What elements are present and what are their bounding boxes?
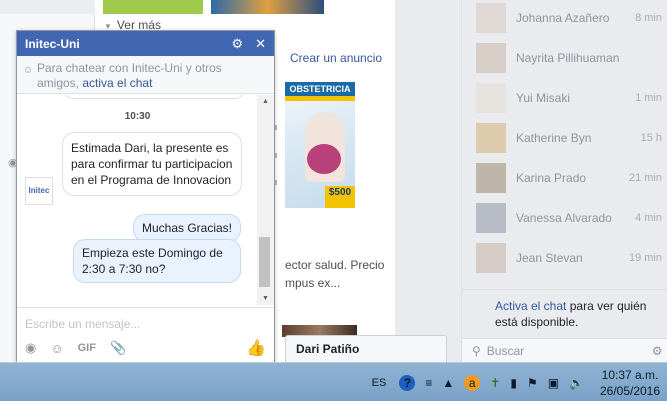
sender-avatar[interactable]: Initec: [25, 177, 53, 205]
contact-last-active: 21 min: [628, 172, 662, 184]
scroll-down-arrow-icon[interactable]: ▼: [262, 295, 269, 302]
contact-name: Karina Prado: [516, 171, 587, 185]
camera-icon[interactable]: ◉: [25, 340, 36, 356]
chat-tab-dari[interactable]: Dari Patiño: [285, 335, 447, 363]
contact-name: Yui Misaki: [516, 91, 571, 105]
clock-date: 26/05/2016: [599, 383, 661, 398]
avatar: [476, 203, 506, 233]
contact-name: Jean Stevan: [516, 251, 583, 265]
contact-row[interactable]: Vanessa Alvarado 4 min: [476, 202, 662, 234]
clock-time: 10:37 a.m.: [601, 367, 659, 382]
avatar: [476, 243, 506, 273]
contact-row[interactable]: Johanna Azañero 8 min: [476, 2, 662, 34]
ad-subbanner: [285, 96, 355, 101]
ad-figure-detail: [307, 144, 341, 174]
chat-header[interactable]: Initec-Uni ⚙ ✕: [17, 31, 274, 56]
signal-bars-icon[interactable]: ▮: [510, 376, 517, 390]
crear-anuncio-link[interactable]: Crear un anuncio: [290, 51, 382, 65]
sidebar-chat-notice: Activa el chat para ver quién está dispo…: [495, 299, 647, 329]
contact-row[interactable]: Katherine Byn 15 h: [476, 122, 662, 154]
help-icon[interactable]: ?: [399, 374, 416, 391]
chat-scrollbar[interactable]: ▲ ▼: [257, 95, 274, 305]
chat-sidebar: Johanna Azañero 8 min Nayrita Pillihuaman Y…: [461, 0, 667, 362]
scrollbar-thumb[interactable]: [259, 237, 270, 287]
outgoing-message: Empieza este Domingo de 2:30 a 7:30 no?: [73, 239, 241, 283]
chat-offline-notice: ☺ Para chatear con Initec-Uni y otros am…: [17, 56, 274, 94]
previous-message-bubble: [63, 95, 245, 99]
contact-name: Vanessa Alvarado: [516, 211, 612, 225]
activa-chat-link[interactable]: activa el chat: [82, 76, 152, 90]
sidebar-divider: [462, 289, 667, 290]
incoming-message: Estimada Dari, la presente es para confi…: [62, 132, 242, 196]
taskbar-clock[interactable]: 10:37 a.m. 26/05/2016: [595, 367, 665, 399]
contact-name: Katherine Byn: [516, 131, 592, 145]
outgoing-message: Muchas Gracias!: [132, 214, 241, 242]
avatar: [476, 123, 506, 153]
ad-headline: OBSTETRICIA: [285, 82, 355, 96]
activa-chat-sidebar-link[interactable]: Activa el chat: [495, 299, 566, 313]
chat-title[interactable]: Initec-Uni: [25, 37, 80, 51]
gear-icon[interactable]: ⚙: [652, 344, 663, 358]
close-icon[interactable]: ✕: [255, 36, 266, 52]
scroll-up-arrow-icon[interactable]: ▲: [262, 98, 269, 105]
system-tray: ES ? ≡ ▲ a ✝ ▮ ⚑ ▣ 🔈 10:37 a.m. 26/05/20…: [372, 363, 667, 401]
show-hidden-icons-icon[interactable]: ▲: [442, 376, 454, 390]
network-app-icon[interactable]: ✝: [490, 376, 500, 390]
device-icon[interactable]: ▣: [548, 376, 559, 390]
gear-icon[interactable]: ⚙: [231, 36, 243, 52]
contact-last-active: 8 min: [635, 12, 662, 24]
input-settings-icon[interactable]: ≡: [425, 376, 432, 390]
contact-row[interactable]: Jean Stevan 19 min: [476, 242, 662, 274]
search-icon: ⚲: [472, 343, 481, 358]
feed-image-1[interactable]: [103, 0, 203, 14]
contact-row[interactable]: Karina Prado 21 min: [476, 162, 662, 194]
feed-image-2[interactable]: [211, 0, 324, 14]
avatar: [476, 83, 506, 113]
paperclip-icon[interactable]: 📎: [110, 340, 126, 356]
windows-taskbar: ES ? ≡ ▲ a ✝ ▮ ⚑ ▣ 🔈 10:37 a.m. 26/05/20…: [0, 362, 667, 401]
sidebar-search: ⚲ ⚙ ✎: [462, 338, 667, 362]
message-thread[interactable]: 10:30 Estimada Dari, la presente es para…: [17, 95, 258, 305]
gif-button[interactable]: GIF: [78, 342, 96, 354]
feed-right-column: [395, 0, 461, 362]
avatar: [476, 163, 506, 193]
compose-toolbar: ◉ ☺ GIF 📎: [25, 340, 126, 356]
chat-window: Initec-Uni ⚙ ✕ ☺ Para chatear con Initec…: [16, 30, 275, 363]
message-input[interactable]: [25, 317, 255, 331]
contact-name: Johanna Azañero: [516, 11, 610, 25]
ad-description[interactable]: ector salud. Precio mpus ex...: [285, 256, 384, 292]
contact-last-active: 15 h: [640, 132, 662, 144]
avatar: [476, 43, 506, 73]
smiley-icon[interactable]: ☺: [50, 341, 63, 356]
contact-row[interactable]: Nayrita Pillihuaman: [476, 42, 662, 74]
user-silhouette-icon: ☺: [23, 65, 34, 76]
message-timestamp: 10:30: [124, 111, 151, 122]
ad-price: $500: [325, 186, 355, 208]
contact-last-active: 1 min: [635, 92, 662, 104]
action-center-icon[interactable]: ⚑: [527, 376, 538, 390]
language-indicator[interactable]: ES: [372, 377, 387, 389]
compose-area: ◉ ☺ GIF 📎 👍: [17, 307, 274, 364]
search-input[interactable]: [486, 343, 642, 358]
left-column-edge: [0, 0, 95, 14]
volume-icon[interactable]: 🔈: [569, 376, 584, 390]
avatar: [476, 3, 506, 33]
contact-row[interactable]: Yui Misaki 1 min: [476, 82, 662, 114]
contact-name: Nayrita Pillihuaman: [516, 51, 620, 65]
thumbs-up-icon[interactable]: 👍: [246, 338, 266, 358]
contact-last-active: 19 min: [628, 252, 662, 264]
contact-last-active: 4 min: [635, 212, 662, 224]
ad-image[interactable]: OBSTETRICIA $500: [285, 82, 355, 208]
chat-header-actions: ⚙ ✕: [231, 36, 266, 52]
avast-icon[interactable]: a: [464, 374, 481, 391]
